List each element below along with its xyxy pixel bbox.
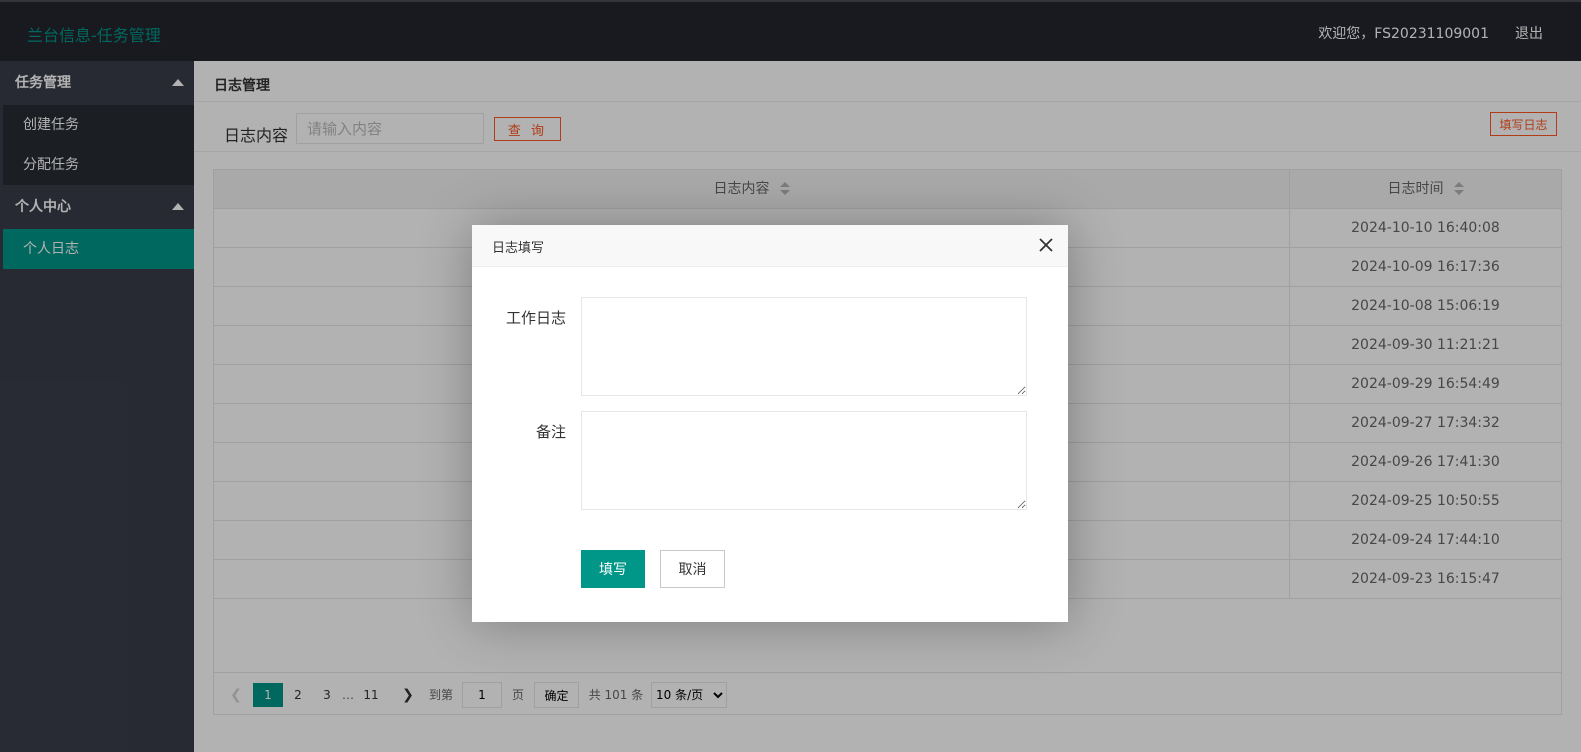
log-dialog: 日志填写 工作日志 备注 填写 取消	[472, 225, 1068, 622]
dialog-header: 日志填写	[472, 225, 1068, 267]
submit-button[interactable]: 填写	[581, 550, 645, 588]
work-log-label: 工作日志	[505, 309, 566, 327]
close-icon[interactable]	[1038, 237, 1054, 253]
remark-label: 备注	[535, 423, 566, 441]
cancel-button[interactable]: 取消	[660, 550, 725, 588]
dialog-title: 日志填写	[492, 241, 545, 256]
remark-textarea[interactable]	[581, 411, 1027, 510]
work-log-textarea[interactable]	[581, 297, 1027, 396]
